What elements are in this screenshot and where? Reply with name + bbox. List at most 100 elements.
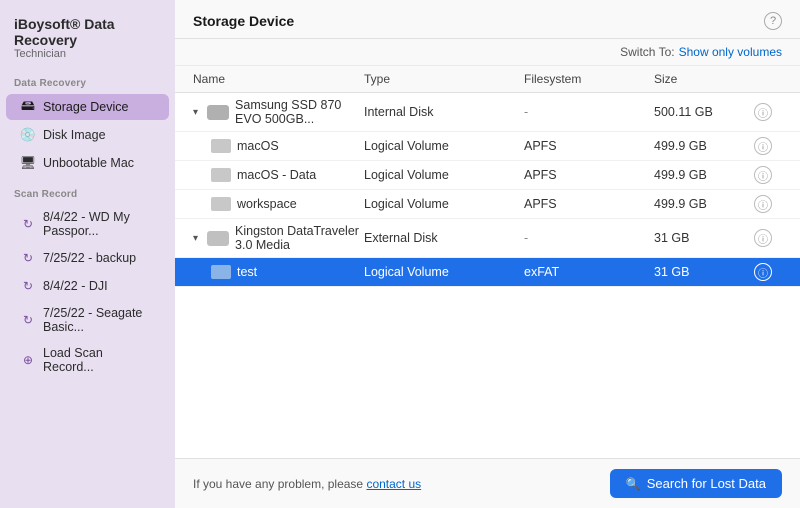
row-size-kingston: 31 GB <box>654 231 754 245</box>
sidebar-item-mac-label: Unbootable Mac <box>43 156 134 170</box>
device-name: Samsung SSD 870 EVO 500GB... <box>235 98 364 126</box>
row-type-test: Logical Volume <box>364 265 524 279</box>
col-name: Name <box>193 72 364 86</box>
load-label: Load Scan Record... <box>43 346 155 374</box>
info-button-kingston[interactable]: ⓘ <box>754 229 772 247</box>
vol-row-icon <box>211 265 231 279</box>
chevron-icon: ▾ <box>193 107 198 118</box>
table-row[interactable]: macOS - Data Logical Volume APFS 499.9 G… <box>175 161 800 190</box>
row-type-kingston: External Disk <box>364 231 524 245</box>
vol-row-icon <box>211 197 231 211</box>
sidebar-scan-item-4[interactable]: ↻ 7/25/22 - Seagate Basic... <box>6 301 169 339</box>
mac-icon: 🖥 <box>20 155 36 171</box>
info-button-test[interactable]: ⓘ <box>754 263 772 281</box>
app-title: iBoysoft® Data Recovery <box>14 16 161 48</box>
table-header: Name Type Filesystem Size <box>175 66 800 93</box>
device-name: macOS - Data <box>237 168 316 182</box>
sidebar-load-scan[interactable]: ⊕ Load Scan Record... <box>6 341 169 379</box>
sidebar-item-unbootable-mac[interactable]: 🖥 Unbootable Mac <box>6 150 169 176</box>
device-table: Name Type Filesystem Size ▾ Samsung SSD … <box>175 66 800 458</box>
table-row[interactable]: macOS Logical Volume APFS 499.9 GB ⓘ <box>175 132 800 161</box>
main-header: Storage Device ? <box>175 0 800 39</box>
vol-row-icon <box>211 168 231 182</box>
load-icon: ⊕ <box>20 352 36 368</box>
search-button-label: Search for Lost Data <box>647 476 766 491</box>
scan-icon-3: ↻ <box>20 278 36 294</box>
row-type-workspace: Logical Volume <box>364 197 524 211</box>
row-name-workspace: workspace <box>193 197 364 211</box>
col-size: Size <box>654 72 754 86</box>
col-info <box>754 72 782 86</box>
row-name-test: test <box>193 265 364 279</box>
device-name: test <box>237 265 257 279</box>
app-logo: iBoysoft® Data Recovery Technician <box>0 16 175 66</box>
scan-icon-4: ↻ <box>20 312 36 328</box>
sidebar-item-storage-device[interactable]: 🖴 Storage Device <box>6 94 169 120</box>
footer-message: If you have any problem, please contact … <box>193 477 421 491</box>
hdd-icon: 🖴 <box>20 99 36 115</box>
row-name-macos: macOS <box>193 139 364 153</box>
row-name-macos-data: macOS - Data <box>193 168 364 182</box>
info-button-macos-data[interactable]: ⓘ <box>754 166 772 184</box>
device-name: Kingston DataTraveler 3.0 Media <box>235 224 364 252</box>
help-icon: ? <box>770 15 776 27</box>
scan-label-1: 8/4/22 - WD My Passpor... <box>43 210 155 238</box>
scan-label-4: 7/25/22 - Seagate Basic... <box>43 306 155 334</box>
device-name: macOS <box>237 139 279 153</box>
table-row[interactable]: ▾ Kingston DataTraveler 3.0 Media Extern… <box>175 219 800 258</box>
sidebar-scan-item-3[interactable]: ↻ 8/4/22 - DJI <box>6 273 169 299</box>
chevron-icon: ▾ <box>193 233 198 244</box>
row-name-samsung: ▾ Samsung SSD 870 EVO 500GB... <box>193 98 364 126</box>
show-only-volumes-link[interactable]: Show only volumes <box>679 45 782 59</box>
sidebar: iBoysoft® Data Recovery Technician Data … <box>0 0 175 508</box>
main-panel: Storage Device ? Switch To: Show only vo… <box>175 0 800 508</box>
app-subtitle: Technician <box>14 48 161 60</box>
info-button-workspace[interactable]: ⓘ <box>754 195 772 213</box>
hdd-row-icon <box>207 105 229 120</box>
sidebar-scan-item-1[interactable]: ↻ 8/4/22 - WD My Passpor... <box>6 205 169 243</box>
disk-image-icon: 💿 <box>20 127 36 143</box>
table-row[interactable]: test Logical Volume exFAT 31 GB ⓘ <box>175 258 800 287</box>
footer: If you have any problem, please contact … <box>175 458 800 508</box>
scan-icon-2: ↻ <box>20 250 36 266</box>
scan-label-2: 7/25/22 - backup <box>43 251 136 265</box>
row-fs-workspace: APFS <box>524 197 654 211</box>
col-type: Type <box>364 72 524 86</box>
row-size-workspace: 499.9 GB <box>654 197 754 211</box>
scan-label-3: 8/4/22 - DJI <box>43 279 108 293</box>
search-lost-data-button[interactable]: 🔍 Search for Lost Data <box>610 469 782 498</box>
switch-label: Switch To: <box>620 45 674 59</box>
device-name: workspace <box>237 197 297 211</box>
sidebar-item-disk-label: Disk Image <box>43 128 106 142</box>
sidebar-item-storage-label: Storage Device <box>43 100 128 114</box>
search-icon: 🔍 <box>626 477 641 491</box>
table-row[interactable]: workspace Logical Volume APFS 499.9 GB ⓘ <box>175 190 800 219</box>
row-name-kingston: ▾ Kingston DataTraveler 3.0 Media <box>193 224 364 252</box>
help-button[interactable]: ? <box>764 12 782 30</box>
sidebar-scan-item-2[interactable]: ↻ 7/25/22 - backup <box>6 245 169 271</box>
row-type-macos-data: Logical Volume <box>364 168 524 182</box>
row-type-macos: Logical Volume <box>364 139 524 153</box>
row-size-macos: 499.9 GB <box>654 139 754 153</box>
scan-icon-1: ↻ <box>20 216 36 232</box>
info-button-macos[interactable]: ⓘ <box>754 137 772 155</box>
info-button-samsung[interactable]: ⓘ <box>754 103 772 121</box>
row-fs-kingston: - <box>524 231 654 245</box>
sidebar-item-disk-image[interactable]: 💿 Disk Image <box>6 122 169 148</box>
vol-row-icon <box>211 139 231 153</box>
row-size-macos-data: 499.9 GB <box>654 168 754 182</box>
usb-row-icon <box>207 231 229 246</box>
row-fs-macos: APFS <box>524 139 654 153</box>
row-fs-test: exFAT <box>524 265 654 279</box>
row-size-test: 31 GB <box>654 265 754 279</box>
scan-record-section: Scan Record <box>0 177 175 204</box>
row-size-samsung: 500.11 GB <box>654 105 754 119</box>
table-row[interactable]: ▾ Samsung SSD 870 EVO 500GB... Internal … <box>175 93 800 132</box>
contact-us-link[interactable]: contact us <box>366 477 421 491</box>
row-fs-macos-data: APFS <box>524 168 654 182</box>
row-fs-samsung: - <box>524 105 654 119</box>
page-title: Storage Device <box>193 13 294 29</box>
footer-text-label: If you have any problem, please <box>193 477 363 491</box>
row-type-samsung: Internal Disk <box>364 105 524 119</box>
switch-bar: Switch To: Show only volumes <box>175 39 800 66</box>
